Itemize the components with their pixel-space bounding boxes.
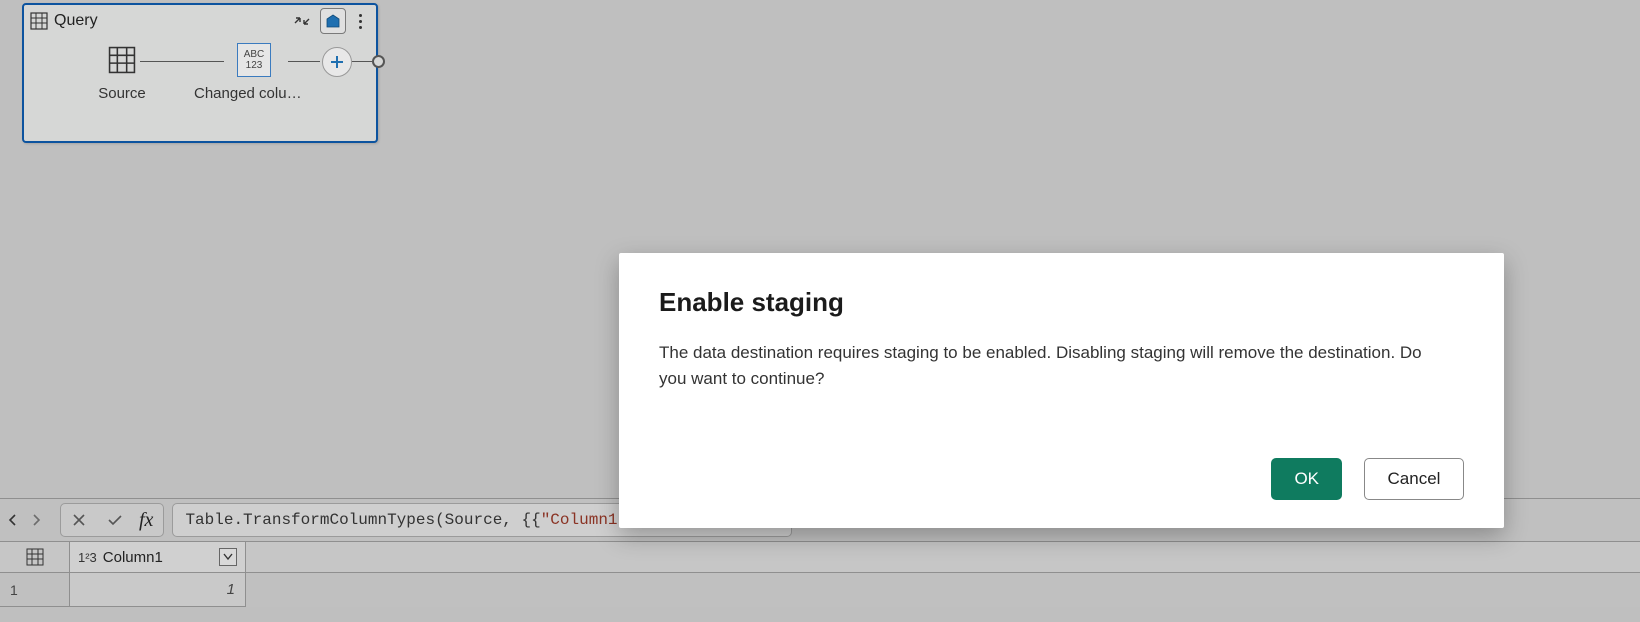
step-back-icon[interactable] [4, 504, 26, 536]
type-abc123-icon: ABC 123 [237, 43, 271, 77]
grid-corner[interactable] [0, 542, 70, 572]
add-step-button[interactable] [322, 47, 352, 77]
row-number[interactable]: 1 [0, 573, 70, 607]
step-changed-column-type[interactable]: ABC 123 Changed column... [194, 43, 314, 102]
data-grid-row: 1 1 [0, 573, 1640, 607]
column-type-badge: 1²3 [78, 550, 97, 565]
more-options-icon[interactable] [350, 8, 370, 34]
grid-cell[interactable]: 1 [70, 573, 246, 607]
column-header-column1[interactable]: 1²3 Column1 [70, 542, 246, 572]
formula-controls: fx [60, 503, 164, 537]
step-source-label: Source [62, 85, 182, 102]
destination-icon[interactable] [320, 8, 346, 34]
query-card-title: Query [54, 12, 98, 30]
query-card-header: Query [24, 5, 376, 37]
cancel-button[interactable]: Cancel [1364, 458, 1464, 500]
formula-text-prefix: Table.TransformColumnTypes(Source, {{ [185, 511, 540, 529]
data-grid-header: 1²3 Column1 [0, 541, 1640, 573]
table-icon [30, 12, 48, 30]
dialog-title: Enable staging [659, 287, 1464, 318]
step-changed-label: Changed column... [194, 85, 314, 102]
table-icon [105, 43, 139, 77]
step-connector [288, 61, 320, 62]
collapse-icon[interactable] [288, 8, 316, 34]
dialog-body: The data destination requires staging to… [659, 340, 1429, 393]
dialog-actions: OK Cancel [659, 458, 1464, 500]
cancel-formula-icon[interactable] [61, 504, 97, 536]
column-name: Column1 [103, 549, 163, 566]
commit-formula-icon[interactable] [97, 504, 133, 536]
column-dropdown-icon[interactable] [219, 548, 237, 566]
step-source[interactable]: Source [62, 43, 182, 102]
fx-label: fx [133, 509, 163, 532]
enable-staging-dialog: Enable staging The data destination requ… [619, 253, 1504, 528]
ok-button[interactable]: OK [1271, 458, 1342, 500]
step-forward-icon[interactable] [26, 504, 48, 536]
output-port-icon[interactable] [372, 55, 385, 68]
query-steps-area: Source ABC 123 Changed column... [24, 37, 376, 137]
step-connector [352, 61, 372, 62]
query-node-card[interactable]: Query Source ABC 123 Changed [22, 3, 378, 143]
